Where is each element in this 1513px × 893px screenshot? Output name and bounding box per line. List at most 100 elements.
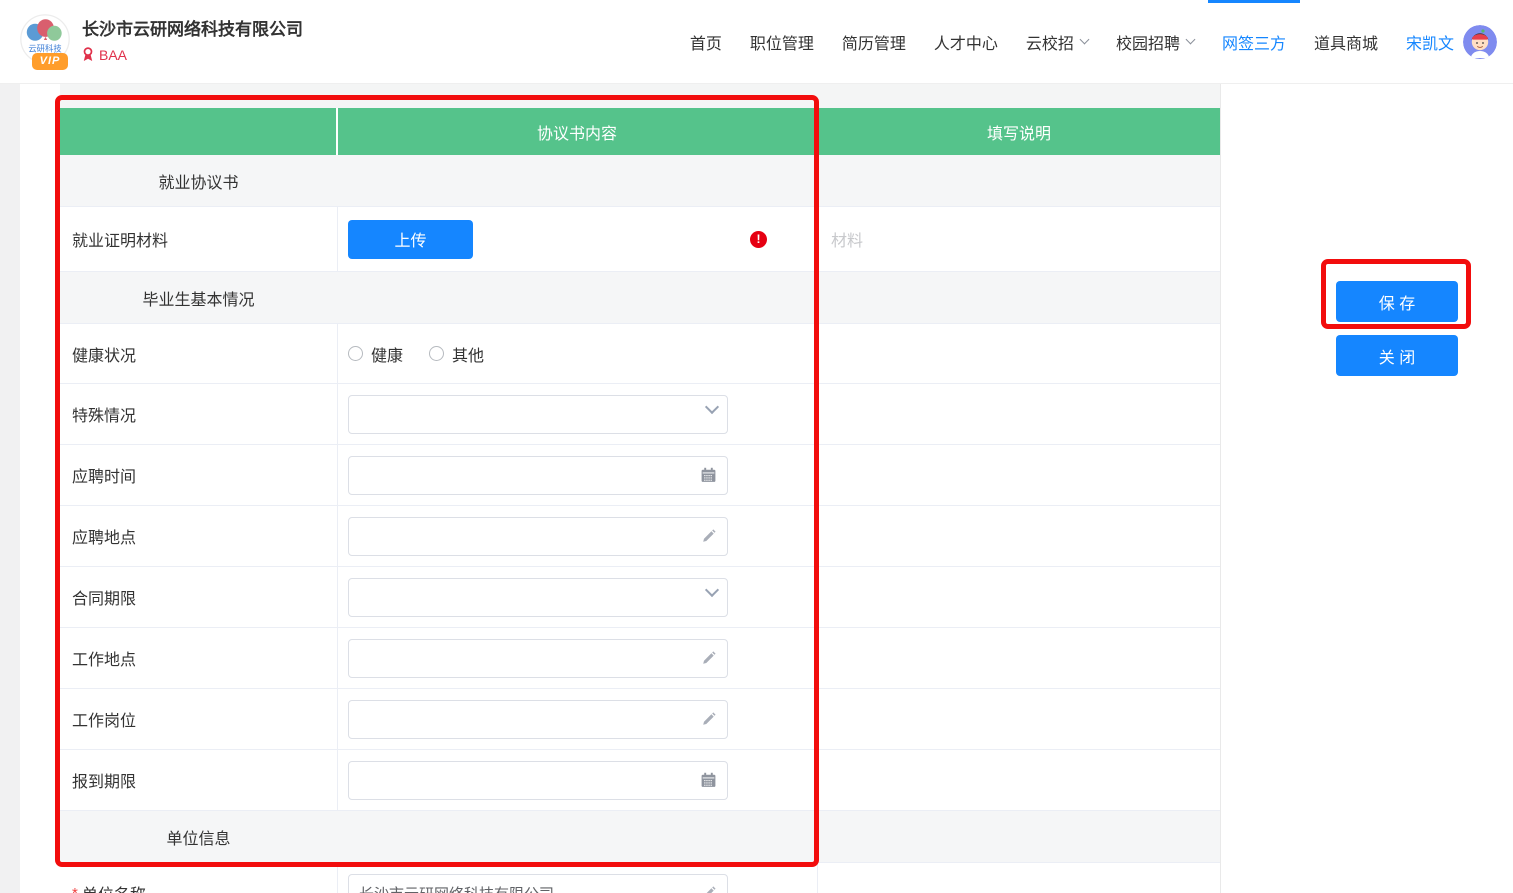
select-box[interactable] xyxy=(348,578,728,617)
radio-option[interactable]: 健康 xyxy=(348,342,403,366)
chevron-down-icon xyxy=(705,400,719,414)
pencil-icon xyxy=(701,650,717,666)
table-header-row: 协议书内容填写说明 xyxy=(60,108,1220,155)
medal-icon xyxy=(82,47,94,62)
nav-item-label: 职位管理 xyxy=(750,30,814,54)
calendar-icon xyxy=(700,467,717,484)
row-control-cell xyxy=(338,272,818,323)
row-label: 工作岗位 xyxy=(72,707,136,731)
table-row: 毕业生基本情况 xyxy=(60,272,1220,324)
table-row: 合同期限 xyxy=(60,567,1220,628)
table-right-border xyxy=(1220,84,1221,893)
row-control-cell xyxy=(338,506,818,566)
save-button[interactable]: 保 存 xyxy=(1336,281,1458,322)
row-note-cell xyxy=(818,750,1220,810)
row-control-cell xyxy=(338,567,818,627)
username[interactable]: 宋凯文 xyxy=(1406,30,1454,54)
row-label: 单位信息 xyxy=(166,825,230,849)
main-content: 协议书内容填写说明 就业协议书就业证明材料上传!材料毕业生基本情况健康状况健康其… xyxy=(0,84,1513,893)
row-label-cell: 合同期限 xyxy=(60,567,338,627)
nav-item-jobs[interactable]: 职位管理 xyxy=(736,0,828,84)
nav-item-label: 首页 xyxy=(690,30,722,54)
text-input[interactable] xyxy=(348,517,728,556)
row-label-cell: 应聘时间 xyxy=(60,445,338,505)
table-row: 特殊情况 xyxy=(60,384,1220,445)
table-row: 健康状况 健康 其他 xyxy=(60,324,1220,384)
table-row: 单位信息 xyxy=(60,811,1220,863)
table-row: 工作岗位 xyxy=(60,689,1220,750)
nav-item-tripartite[interactable]: 网签三方 xyxy=(1208,0,1300,84)
row-control-cell xyxy=(338,689,818,749)
text-input[interactable] xyxy=(348,700,728,739)
row-control-cell xyxy=(338,811,818,862)
text-input[interactable] xyxy=(348,639,728,678)
input-icon-holder xyxy=(700,772,717,789)
nav-item-resumes[interactable]: 简历管理 xyxy=(828,0,920,84)
row-note-cell xyxy=(818,272,1220,323)
nav-item-campus-recruit[interactable]: 校园招聘 xyxy=(1102,0,1208,84)
row-note-cell xyxy=(818,445,1220,505)
input-icon-holder xyxy=(700,467,717,484)
close-button[interactable]: 关 闭 xyxy=(1336,335,1458,376)
row-note-cell xyxy=(818,567,1220,627)
row-note-cell xyxy=(818,324,1220,383)
nav-item-shop[interactable]: 道具商城 xyxy=(1300,0,1392,84)
upload-button[interactable]: 上传 xyxy=(348,220,473,259)
row-label-cell: 报到期限 xyxy=(60,750,338,810)
user-avatar[interactable] xyxy=(1463,25,1497,59)
nav-item-home[interactable]: 首页 xyxy=(676,0,736,84)
row-label-cell: 就业协议书 xyxy=(60,155,338,206)
user-menu[interactable]: 宋凯文 xyxy=(1406,25,1497,59)
nav-item-label: 人才中心 xyxy=(934,30,998,54)
row-label: 单位名称 xyxy=(82,881,146,893)
table-row: 应聘时间 xyxy=(60,445,1220,506)
row-label: 工作地点 xyxy=(72,646,136,670)
row-label-cell: 毕业生基本情况 xyxy=(60,272,338,323)
table-row: *单位名称长沙市云研网络科技有限公司 xyxy=(60,863,1220,893)
table-row: 就业协议书 xyxy=(60,155,1220,207)
row-label-cell: 健康状况 xyxy=(60,324,338,383)
logo-text: 云研科技 xyxy=(28,43,62,53)
scrolled-row-edge xyxy=(60,84,1220,108)
table-row: 工作地点 xyxy=(60,628,1220,689)
radio-option[interactable]: 其他 xyxy=(429,342,484,366)
radio-circle-icon[interactable] xyxy=(348,346,363,361)
nav-item-label: 道具商城 xyxy=(1314,30,1378,54)
input-icon-holder xyxy=(701,528,717,544)
left-gutter xyxy=(0,84,20,893)
row-control-cell: 长沙市云研网络科技有限公司 xyxy=(338,863,818,893)
radio-circle-icon[interactable] xyxy=(429,346,444,361)
row-control-cell: 健康 其他 xyxy=(338,324,818,383)
input-icon-holder xyxy=(701,885,717,893)
row-label: 毕业生基本情况 xyxy=(142,286,254,310)
input-icon-holder xyxy=(701,650,717,666)
text-input[interactable]: 长沙市云研网络科技有限公司 xyxy=(348,874,728,893)
row-label: 就业证明材料 xyxy=(72,227,168,251)
select-box[interactable] xyxy=(348,395,728,434)
row-note-cell xyxy=(818,811,1220,862)
input-icon-holder xyxy=(707,409,717,419)
row-label-cell: 工作地点 xyxy=(60,628,338,688)
table-body: 就业协议书就业证明材料上传!材料毕业生基本情况健康状况健康其他特殊情况应聘时间应… xyxy=(60,155,1220,893)
nav-item-talent[interactable]: 人才中心 xyxy=(920,0,1012,84)
row-label: 健康状况 xyxy=(72,342,136,366)
date-input[interactable] xyxy=(348,761,728,800)
row-label: 应聘时间 xyxy=(72,463,136,487)
badge-label: BAA xyxy=(99,47,127,63)
company-badge: BAA xyxy=(82,47,303,63)
chevron-down-icon xyxy=(1186,34,1196,44)
table-header-cell: 填写说明 xyxy=(818,108,1220,155)
date-input[interactable] xyxy=(348,456,728,495)
nav-item-label: 校园招聘 xyxy=(1116,30,1180,54)
row-label: 特殊情况 xyxy=(72,402,136,426)
row-note-cell xyxy=(818,689,1220,749)
row-control-cell xyxy=(338,155,818,206)
input-value: 长沙市云研网络科技有限公司 xyxy=(359,883,554,893)
chevron-down-icon xyxy=(705,583,719,597)
row-note-cell xyxy=(818,628,1220,688)
row-note-cell xyxy=(818,506,1220,566)
pencil-icon xyxy=(701,711,717,727)
nav-item-cloud-recruit[interactable]: 云校招 xyxy=(1012,0,1102,84)
note-text: 材料 xyxy=(831,227,863,251)
radio-option-label: 其他 xyxy=(452,342,484,366)
